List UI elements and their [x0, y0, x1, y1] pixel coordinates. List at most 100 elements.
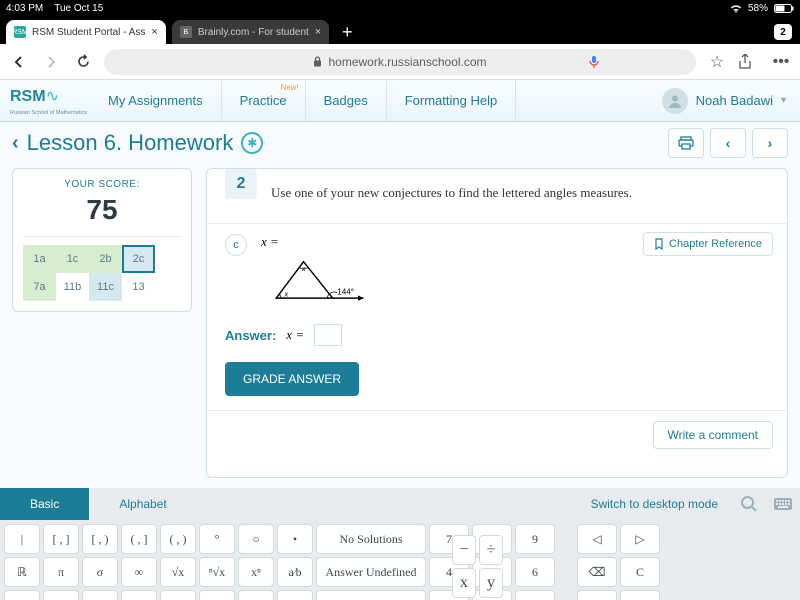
key[interactable]: ∞ [121, 557, 157, 587]
keyboard-icon[interactable] [766, 497, 800, 511]
key[interactable]: ≠ [82, 590, 118, 600]
voice-search-icon[interactable] [588, 55, 600, 69]
score-card: YOUR SCORE: 75 1a 1c 2b 2c 7a 11b 11c 13 [12, 168, 192, 312]
key-dot[interactable]: . [620, 590, 660, 600]
key[interactable]: ∩ [160, 590, 196, 600]
key[interactable]: ≤ [43, 590, 79, 600]
status-battery: 58% [748, 3, 768, 14]
more-icon[interactable]: ••• [770, 53, 792, 71]
key[interactable]: • [277, 524, 313, 554]
status-date: Tue Oct 15 [54, 3, 103, 14]
chapter-reference-button[interactable]: Chapter Reference [643, 232, 773, 256]
bookmark-icon [654, 238, 664, 250]
search-icon[interactable] [732, 495, 766, 513]
key[interactable]: = [4, 590, 40, 600]
nav-practice[interactable]: Practice New! [222, 80, 306, 121]
tab-count-badge[interactable]: 2 [774, 24, 792, 40]
user-menu[interactable]: Noah Badawi ▾ [648, 88, 800, 114]
site-logo[interactable]: RSM∿ Russian School of Mathematics [0, 86, 90, 116]
key-no-solutions[interactable]: No Solutions [316, 524, 426, 554]
status-left: 4:03 PM Tue Oct 15 [6, 3, 103, 14]
nav-my-assignments[interactable]: My Assignments [90, 80, 222, 121]
switch-desktop-link[interactable]: Switch to desktop mode [577, 497, 732, 511]
back-button[interactable] [8, 51, 30, 73]
score-value: 75 [23, 194, 181, 226]
browser-tab-inactive[interactable]: B Brainly.com - For student × [172, 20, 329, 44]
nav-badges[interactable]: Badges [306, 80, 387, 121]
key[interactable]: a⁄b [277, 557, 313, 587]
reload-button[interactable] [72, 51, 94, 73]
lock-icon [313, 56, 322, 67]
chevron-down-icon: ▾ [781, 95, 786, 106]
cookie-icon[interactable]: ✱ [241, 132, 263, 154]
key[interactable]: π [43, 557, 79, 587]
tab-label: Brainly.com - For student [198, 27, 309, 38]
key-backspace[interactable]: ⌫ [577, 557, 617, 587]
problem-cell[interactable]: 11b [56, 273, 89, 301]
key-minus[interactable]: − [452, 535, 476, 565]
browser-tab-strip: RSM RSM Student Portal - Ass × B Brainly… [0, 16, 800, 44]
star-icon[interactable]: ☆ [706, 52, 728, 72]
question-panel: 2 Use one of your new conjectures to fin… [206, 168, 788, 478]
key[interactable]: Xᵢ [238, 590, 274, 600]
key[interactable]: ( , ) [160, 524, 196, 554]
keyboard-tabs: Basic Alphabet Switch to desktop mode [0, 488, 800, 520]
key[interactable]: ° [199, 524, 235, 554]
grade-answer-button[interactable]: GRADE ANSWER [225, 362, 359, 396]
nav-formatting-help[interactable]: Formatting Help [387, 80, 516, 121]
problem-cell[interactable]: 11c [89, 273, 122, 301]
question-number: 2 [225, 169, 257, 199]
site-nav: RSM∿ Russian School of Mathematics My As… [0, 80, 800, 122]
close-icon[interactable]: × [151, 26, 157, 38]
tab-label: RSM Student Portal - Ass [32, 27, 145, 38]
new-tab-button[interactable]: + [335, 20, 359, 44]
key-all-real-numbers[interactable]: All Real Numbers [316, 590, 426, 600]
svg-text:x: x [283, 289, 288, 298]
url-field[interactable]: homework.russianschool.com [104, 49, 696, 75]
key-left[interactable]: ◁ [577, 524, 617, 554]
problem-cell[interactable]: 1c [56, 245, 89, 273]
key[interactable]: [ , ] [43, 524, 79, 554]
key[interactable]: ≥ [121, 590, 157, 600]
key-divide[interactable]: ÷ [479, 535, 503, 565]
problem-cell-selected[interactable]: 2c [122, 245, 155, 273]
kb-tab-basic[interactable]: Basic [0, 488, 89, 520]
key-3[interactable]: 3 [515, 590, 555, 600]
browser-tab-active[interactable]: RSM RSM Student Portal - Ass × [6, 20, 166, 44]
problem-cell[interactable]: 2b [89, 245, 122, 273]
key-9[interactable]: 9 [515, 524, 555, 554]
write-comment-button[interactable]: Write a comment [653, 421, 773, 449]
key-x[interactable]: x [452, 568, 476, 598]
key-6[interactable]: 6 [515, 557, 555, 587]
share-icon[interactable] [738, 54, 760, 70]
key-clear[interactable]: C [620, 557, 660, 587]
key[interactable]: xⁿ [238, 557, 274, 587]
lesson-back-button[interactable]: ‹ [12, 132, 19, 155]
problem-cell[interactable]: 7a [23, 273, 56, 301]
key[interactable]: √x [160, 557, 196, 587]
close-icon[interactable]: × [315, 26, 321, 38]
question-part-badge: c [225, 234, 247, 256]
key[interactable]: ⁿ√x [199, 557, 235, 587]
key[interactable]: ∪ [199, 590, 235, 600]
key-answer-undefined[interactable]: Answer Undefined [316, 557, 426, 587]
key[interactable]: ∅ [277, 590, 313, 600]
problem-cell[interactable]: 13 [122, 273, 155, 301]
kb-tab-alphabet[interactable]: Alphabet [89, 488, 196, 520]
forward-button[interactable] [40, 51, 62, 73]
key[interactable]: ○ [238, 524, 274, 554]
key[interactable]: | [4, 524, 40, 554]
math-keyboard: | [ , ] [ , ) ( , ] ( , ) ° ○ • No Solut… [0, 520, 800, 600]
key-0[interactable]: 0 [577, 590, 617, 600]
next-problem-button[interactable]: › [752, 128, 788, 158]
key[interactable]: ( , ] [121, 524, 157, 554]
problem-cell[interactable]: 1a [23, 245, 56, 273]
key[interactable]: [ , ) [82, 524, 118, 554]
key-y[interactable]: y [479, 568, 503, 598]
key-right[interactable]: ▷ [620, 524, 660, 554]
print-button[interactable] [668, 128, 704, 158]
prev-problem-button[interactable]: ‹ [710, 128, 746, 158]
key[interactable]: σ [82, 557, 118, 587]
key[interactable]: ℝ [4, 557, 40, 587]
answer-input[interactable] [314, 324, 342, 346]
